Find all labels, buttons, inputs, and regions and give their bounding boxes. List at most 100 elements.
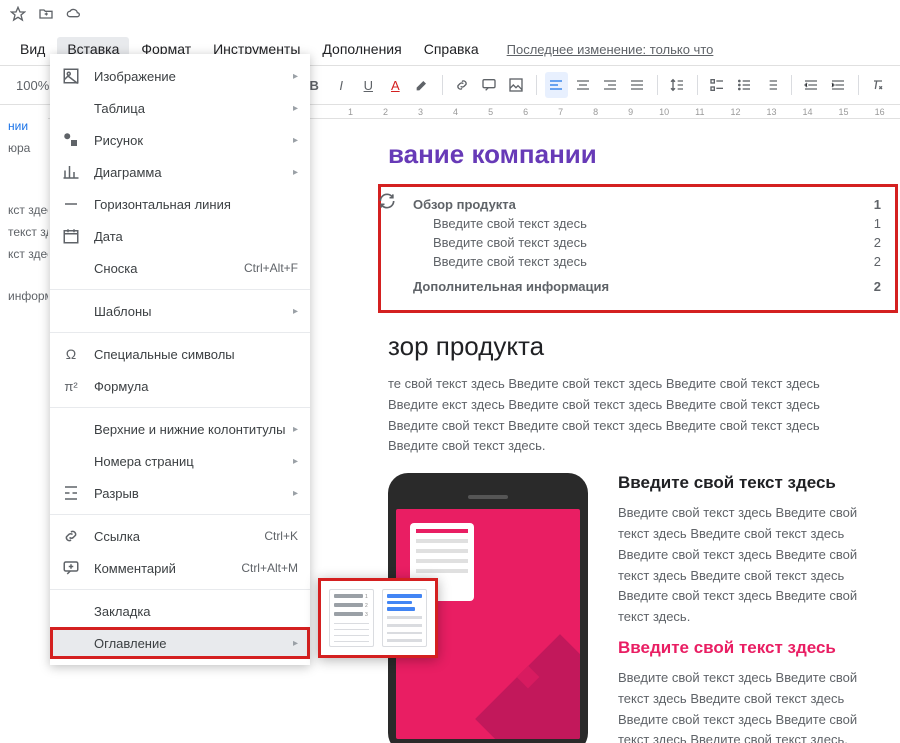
toc-entry[interactable]: Обзор продукта1	[389, 195, 881, 214]
doc-title: вание компании	[388, 139, 860, 170]
menu-item-оглавление[interactable]: Оглавление▸	[50, 627, 310, 659]
toc-entry[interactable]: Дополнительная информация2	[389, 277, 881, 296]
bullet-list-button[interactable]	[733, 72, 756, 98]
menu-item-закладка[interactable]: Закладка	[50, 595, 310, 627]
star-icon[interactable]	[10, 6, 26, 27]
toc-style-numbered[interactable]: 1 2 3	[329, 589, 374, 647]
align-justify-button[interactable]	[626, 72, 649, 98]
menu-item-label: Таблица	[94, 101, 293, 116]
menu-item-label: Специальные символы	[94, 347, 298, 362]
break-icon	[62, 484, 80, 502]
comment-button[interactable]	[478, 72, 501, 98]
menu-help[interactable]: Справка	[414, 37, 489, 61]
chevron-right-icon: ▸	[293, 424, 298, 435]
menu-item-изображение[interactable]: Изображение▸	[50, 60, 310, 92]
menu-item-разрыв[interactable]: Разрыв▸	[50, 477, 310, 509]
line-spacing-button[interactable]	[666, 72, 689, 98]
shortcut-label: Ctrl+Alt+F	[244, 261, 298, 275]
shortcut-label: Ctrl+Alt+M	[241, 561, 298, 575]
chevron-right-icon: ▸	[293, 638, 298, 649]
menu-item-label: Оглавление	[94, 636, 293, 651]
text-color-button[interactable]: A	[384, 72, 407, 98]
menu-item-специальные-символы[interactable]: Ω Специальные символы	[50, 338, 310, 370]
numbered-list-button[interactable]	[760, 72, 783, 98]
outline-item[interactable]: нии	[0, 115, 48, 137]
menu-item-label: Диаграмма	[94, 165, 293, 180]
omega-icon: Ω	[62, 345, 80, 363]
menu-item-номера-страниц[interactable]: Номера страниц▸	[50, 445, 310, 477]
menu-item-верхние-и-нижние-колонтитулы[interactable]: Верхние и нижние колонтитулы▸	[50, 413, 310, 445]
menu-view[interactable]: Вид	[10, 37, 55, 61]
menu-item-label: Ссылка	[94, 529, 264, 544]
clear-format-button[interactable]	[867, 72, 890, 98]
chevron-right-icon: ▸	[293, 306, 298, 317]
align-left-button[interactable]	[545, 72, 568, 98]
italic-button[interactable]: I	[330, 72, 353, 98]
menu-addons[interactable]: Дополнения	[312, 37, 411, 61]
outline-item[interactable]: юра	[0, 137, 48, 159]
cloud-icon[interactable]	[66, 6, 82, 27]
toc-entry[interactable]: Введите свой текст здесь2	[389, 252, 881, 271]
chevron-right-icon: ▸	[293, 135, 298, 146]
blank-icon	[62, 602, 80, 620]
image-button[interactable]	[505, 72, 528, 98]
toc-style-links[interactable]	[382, 589, 427, 647]
doc-paragraph: Введите свой текст здесь Введите свой те…	[618, 668, 860, 743]
doc-heading: зор продукта	[388, 331, 860, 362]
comment-icon	[62, 559, 80, 577]
refresh-icon[interactable]	[377, 191, 397, 211]
shortcut-label: Ctrl+K	[264, 529, 298, 543]
zoom-select[interactable]: 100%	[10, 76, 55, 95]
insert-menu-dropdown: Изображение▸Таблица▸Рисунок▸Диаграмма▸Го…	[50, 54, 310, 665]
toc-entry[interactable]: Введите свой текст здесь1	[389, 214, 881, 233]
menu-item-label: Верхние и нижние колонтитулы	[94, 422, 293, 437]
menu-item-label: Комментарий	[94, 561, 241, 576]
checklist-button[interactable]	[706, 72, 729, 98]
toc-entry[interactable]: Введите свой текст здесь2	[389, 233, 881, 252]
blank-icon	[62, 99, 80, 117]
document-outline: нии юра кст здес текст зд кст здес инфор…	[0, 105, 48, 743]
chevron-right-icon: ▸	[293, 103, 298, 114]
doc-paragraph: Введите свой текст здесь Введите свой те…	[618, 503, 860, 628]
link-icon	[62, 527, 80, 545]
menu-item-сноска[interactable]: СноскаCtrl+Alt+F	[50, 252, 310, 284]
menu-item-label: Сноска	[94, 261, 244, 276]
table-of-contents[interactable]: Обзор продукта1 Введите свой текст здесь…	[378, 184, 898, 313]
outline-item[interactable]: информ	[0, 285, 48, 307]
image-icon	[62, 67, 80, 85]
titlebar-icons	[0, 0, 900, 33]
chevron-right-icon: ▸	[293, 167, 298, 178]
highlight-button[interactable]	[411, 72, 434, 98]
menu-item-таблица[interactable]: Таблица▸	[50, 92, 310, 124]
toc-submenu: 1 2 3	[318, 578, 438, 658]
outline-item[interactable]: текст зд	[0, 221, 48, 243]
menu-item-рисунок[interactable]: Рисунок▸	[50, 124, 310, 156]
outline-item[interactable]: кст здес	[0, 199, 48, 221]
link-button[interactable]	[451, 72, 474, 98]
align-right-button[interactable]	[599, 72, 622, 98]
decrease-indent-button[interactable]	[800, 72, 823, 98]
blank-icon	[62, 259, 80, 277]
section-heading: Введите свой текст здесь	[618, 473, 860, 493]
last-edit-link[interactable]: Последнее изменение: только что	[507, 42, 714, 57]
menu-item-диаграмма[interactable]: Диаграмма▸	[50, 156, 310, 188]
menu-item-горизонтальная-линия[interactable]: Горизонтальная линия	[50, 188, 310, 220]
menu-item-label: Формула	[94, 379, 298, 394]
menu-item-label: Горизонтальная линия	[94, 197, 298, 212]
outline-item[interactable]: кст здес	[0, 243, 48, 265]
menu-item-шаблоны[interactable]: Шаблоны▸	[50, 295, 310, 327]
menu-item-комментарий[interactable]: КомментарийCtrl+Alt+M	[50, 552, 310, 584]
menu-item-ссылка[interactable]: СсылкаCtrl+K	[50, 520, 310, 552]
menu-item-label: Изображение	[94, 69, 293, 84]
menu-item-дата[interactable]: Дата	[50, 220, 310, 252]
underline-button[interactable]: U	[357, 72, 380, 98]
increase-indent-button[interactable]	[827, 72, 850, 98]
menu-item-label: Рисунок	[94, 133, 293, 148]
date-icon	[62, 227, 80, 245]
pi-icon: π²	[62, 377, 80, 395]
chevron-right-icon: ▸	[293, 456, 298, 467]
menu-item-label: Разрыв	[94, 486, 293, 501]
folder-move-icon[interactable]	[38, 6, 54, 27]
menu-item-формула[interactable]: π² Формула	[50, 370, 310, 402]
align-center-button[interactable]	[572, 72, 595, 98]
